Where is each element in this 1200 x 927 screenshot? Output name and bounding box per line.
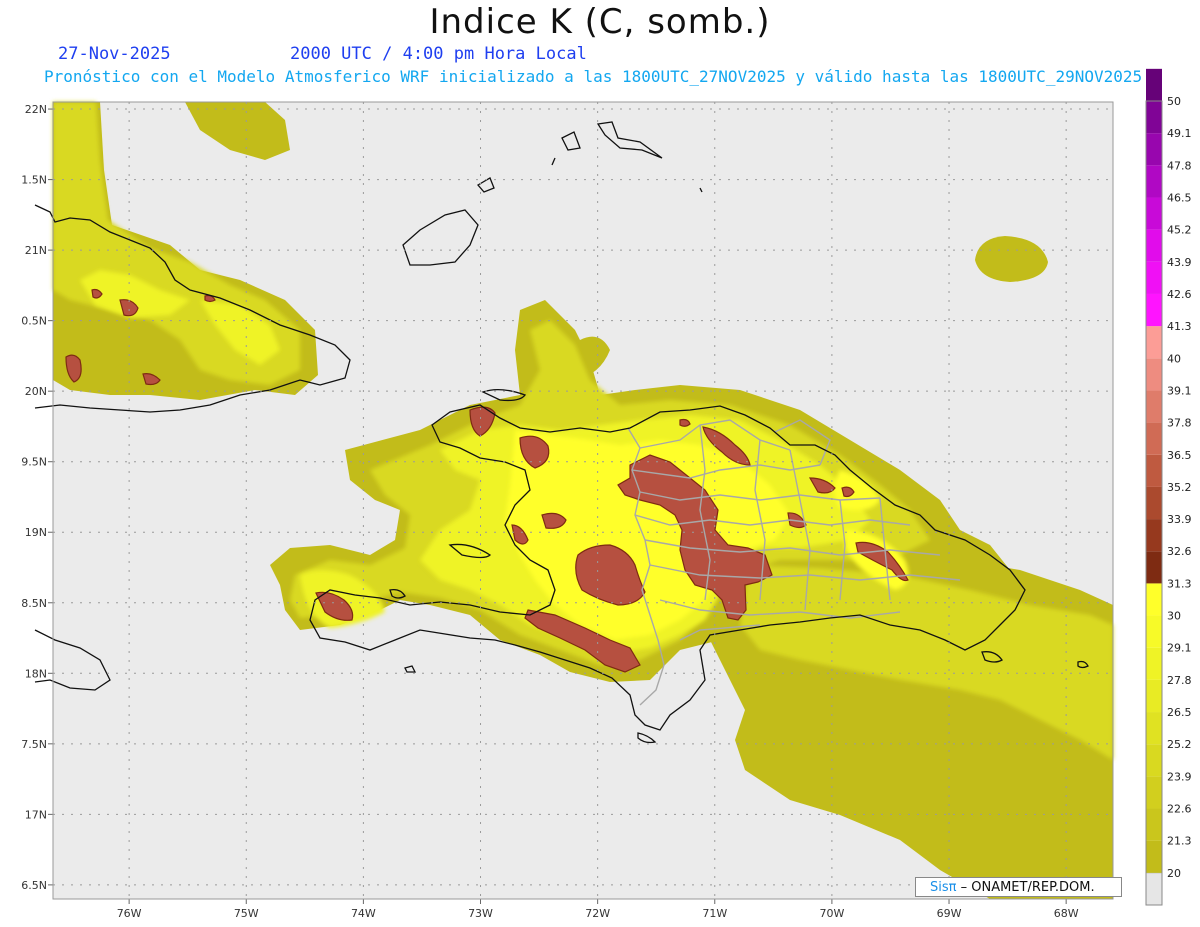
colorbar-label: 32.6 [1167,545,1192,558]
lon-tick-label: 72W [585,907,610,920]
colorbar-label: 39.1 [1167,384,1192,397]
colorbar-label: 46.5 [1167,191,1192,204]
lat-tick-label: 21N [25,244,47,257]
map-plot: 22N 1.5N 21N 0.5N 20N 9.5N 19N 8.5N 18N 7.5N 17N 6.… [21,68,1192,920]
colorbar-label: 43.9 [1167,256,1192,269]
colorbar-swatch [1146,390,1162,423]
sis-logo-text: Sisπ [930,880,957,895]
colorbar-label: 36.5 [1167,449,1192,462]
colorbar-label: 35.2 [1167,481,1192,494]
colorbar-label: 50 [1167,95,1181,108]
colorbar-label: 33.9 [1167,513,1192,526]
colorbar: 20 21.3 22.6 23.9 25.2 26.5 27.8 29.1 30 31.3 32.6… [1145,68,1192,906]
lon-tick-label: 70W [819,907,844,920]
colorbar-label: 31.3 [1167,577,1192,590]
colorbar-swatch [1146,519,1162,552]
colorbar-label: 27.8 [1167,674,1192,687]
colorbar-label: 26.5 [1167,706,1192,719]
credit-box: Sisπ – ONAMET/REP.DOM. [915,877,1122,897]
lat-tick-label: 7.5N [21,738,47,751]
colorbar-swatch [1146,744,1162,777]
lat-tick-label: 17N [25,808,47,821]
colorbar-label: 29.1 [1167,642,1192,655]
colorbar-label: 30 [1167,610,1181,623]
colorbar-label: 37.8 [1167,417,1192,430]
colorbar-swatch [1146,776,1162,809]
colorbar-swatch [1146,454,1162,487]
colorbar-swatch [1146,165,1162,198]
colorbar-label: 20 [1167,867,1181,880]
colorbar-swatch [1146,808,1162,841]
lat-tick-label: 18N [25,667,47,680]
lon-tick-label: 68W [1054,907,1079,920]
colorbar-label: 22.6 [1167,803,1192,816]
lon-tick-label: 73W [468,907,493,920]
lat-tick-label: 6.5N [21,879,47,892]
colorbar-swatch [1146,679,1162,713]
colorbar-swatch [1146,261,1162,294]
colorbar-label: 25.2 [1167,738,1192,751]
colorbar-swatch [1146,133,1162,166]
colorbar-swatch [1146,486,1162,520]
colorbar-swatch [1146,583,1162,616]
colorbar-below-min [1145,872,1163,906]
lon-tick-label: 71W [702,907,727,920]
lon-tick-label: 76W [117,907,142,920]
colorbar-swatch [1146,551,1162,584]
colorbar-swatch [1146,840,1162,873]
colorbar-label: 49.1 [1167,127,1192,140]
colorbar-swatch [1146,615,1162,648]
colorbar-swatch [1146,647,1162,680]
colorbar-label: 42.6 [1167,288,1192,301]
colorbar-swatch [1146,712,1162,745]
colorbar-swatch [1146,197,1162,230]
colorbar-label: 40 [1167,352,1181,365]
lat-tick-label: 0.5N [21,315,47,328]
colorbar-label: 47.8 [1167,159,1192,172]
credit-text: – ONAMET/REP.DOM. [960,880,1095,895]
colorbar-swatch [1146,422,1162,455]
colorbar-swatch [1146,293,1162,327]
colorbar-swatch [1146,68,1162,101]
colorbar-label: 45.2 [1167,224,1192,237]
lon-tick-label: 74W [351,907,376,920]
colorbar-swatch [1146,326,1162,359]
colorbar-swatch [1146,101,1162,134]
lon-tick-label: 75W [234,907,259,920]
lat-tick-label: 22N [25,103,47,116]
lat-tick-label: 8.5N [21,597,47,610]
lat-tick-label: 9.5N [21,456,47,469]
lat-tick-label: 20N [25,385,47,398]
colorbar-swatch [1146,229,1162,262]
colorbar-label: 23.9 [1167,770,1192,783]
colorbar-label: 41.3 [1167,320,1192,333]
lat-tick-label: 19N [25,526,47,539]
lat-tick-label: 1.5N [21,174,47,187]
lon-tick-label: 69W [937,907,962,920]
colorbar-label: 21.3 [1167,835,1192,848]
colorbar-swatch [1146,358,1162,391]
